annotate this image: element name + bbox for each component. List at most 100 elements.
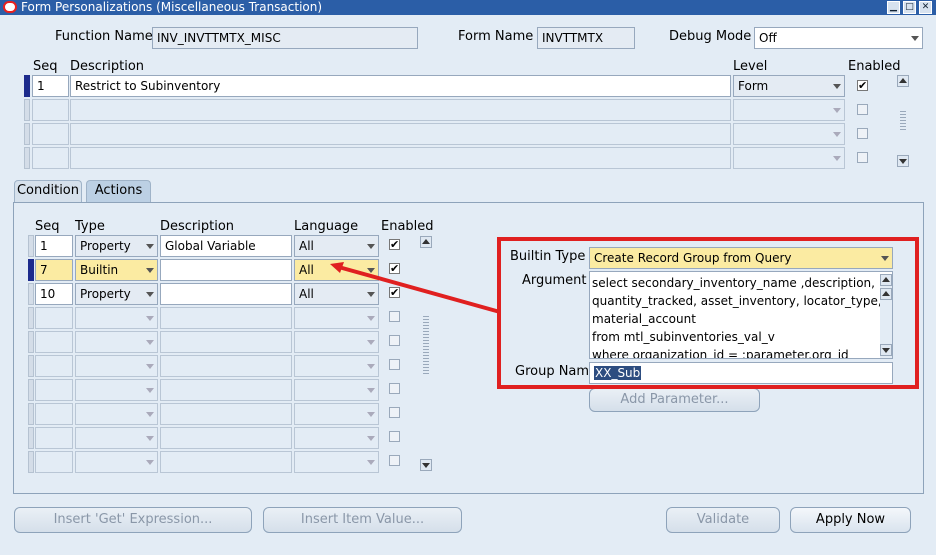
tab-condition[interactable]: Condition [14,180,82,202]
row-indicator[interactable] [24,99,30,121]
row-indicator[interactable] [28,403,34,425]
action-description-field[interactable] [160,355,292,377]
action-enabled-checkbox[interactable] [389,431,400,442]
action-type-select[interactable] [75,403,158,425]
rule-enabled-checkbox[interactable] [857,104,868,115]
action-description-field[interactable] [160,259,292,281]
function-name-field[interactable]: INV_INVTTMTX_MISC [152,27,418,49]
action-language-select[interactable] [294,331,379,353]
scroll-thumb[interactable] [423,316,429,376]
minimize-icon[interactable]: ▁ [887,1,900,14]
action-type-select[interactable] [75,355,158,377]
insert-item-value-button[interactable]: Insert Item Value... [263,507,462,533]
action-description-field[interactable] [160,427,292,449]
action-enabled-checkbox[interactable] [389,383,400,394]
action-type-select[interactable]: Property [75,283,158,305]
scroll-thumb[interactable] [900,111,906,131]
debug-mode-select[interactable]: Off [754,27,923,49]
action-language-select[interactable]: All [294,235,379,257]
rule-enabled-checkbox[interactable]: ✔ [857,80,868,91]
row-indicator[interactable] [24,123,30,145]
rule-level-select[interactable]: Form [733,75,845,97]
form-name-field[interactable]: INVTTMTX [537,27,635,49]
row-indicator[interactable] [28,235,34,257]
action-language-select[interactable] [294,379,379,401]
window-title-bar: Form Personalizations (Miscellaneous Tra… [0,0,936,15]
action-seq-field[interactable] [35,427,73,449]
close-icon[interactable]: ✕ [919,1,932,14]
chevron-down-icon [146,340,154,345]
action-seq-field[interactable] [35,403,73,425]
rules-scrollbar[interactable] [897,75,909,167]
row-indicator[interactable] [28,331,34,353]
action-enabled-checkbox[interactable] [389,407,400,418]
tab-actions[interactable]: Actions [86,180,151,202]
chevron-down-icon [833,108,841,113]
rule-seq-field[interactable] [32,147,69,169]
action-description-field[interactable] [160,403,292,425]
row-indicator[interactable] [28,355,34,377]
row-indicator[interactable] [24,75,30,97]
action-description-field[interactable] [160,307,292,329]
action-type-select[interactable] [75,307,158,329]
action-enabled-checkbox[interactable]: ✔ [389,239,400,250]
action-enabled-checkbox[interactable] [389,359,400,370]
apply-now-button[interactable]: Apply Now [790,507,911,533]
action-seq-field[interactable] [35,331,73,353]
add-parameter-button[interactable]: Add Parameter... [589,388,760,412]
rule-enabled-checkbox[interactable] [857,128,868,139]
action-seq-field[interactable]: 7 [35,259,73,281]
action-description-field[interactable] [160,451,292,473]
action-description-field[interactable] [160,283,292,305]
action-description-field[interactable] [160,379,292,401]
rule-description-field[interactable]: Restrict to Subinventory [70,75,731,97]
rule-level-select[interactable] [733,147,845,169]
scroll-down-icon[interactable] [897,155,909,167]
rule-seq-field[interactable] [32,99,69,121]
row-indicator[interactable] [28,307,34,329]
chevron-down-icon [367,460,375,465]
action-seq-field[interactable] [35,355,73,377]
action-language-select[interactable] [294,451,379,473]
rule-level-select[interactable] [733,123,845,145]
rule-level-select[interactable] [733,99,845,121]
action-type-select[interactable] [75,331,158,353]
action-seq-field[interactable]: 10 [35,283,73,305]
row-indicator[interactable] [24,147,30,169]
row-indicator[interactable] [28,283,34,305]
action-seq-field[interactable] [35,379,73,401]
action-language-select[interactable] [294,355,379,377]
action-seq-field[interactable]: 1 [35,235,73,257]
insert-get-expression-button[interactable]: Insert 'Get' Expression... [14,507,252,533]
row-indicator[interactable] [28,379,34,401]
action-description-field[interactable] [160,331,292,353]
action-seq-field[interactable] [35,307,73,329]
maximize-icon[interactable]: □ [903,1,916,14]
action-enabled-checkbox[interactable] [389,335,400,346]
action-language-select[interactable] [294,403,379,425]
rule-description-field[interactable] [70,99,731,121]
action-enabled-checkbox[interactable] [389,455,400,466]
rule-seq-field[interactable] [32,123,69,145]
action-description-field[interactable]: Global Variable [160,235,292,257]
validate-button[interactable]: Validate [666,507,780,533]
action-language-select[interactable] [294,427,379,449]
action-seq-field[interactable] [35,451,73,473]
action-type-select[interactable] [75,427,158,449]
rule-description-field[interactable] [70,123,731,145]
actions-enabled-header: Enabled [381,219,434,234]
rule-seq-field[interactable]: 1 [32,75,69,97]
scroll-up-icon[interactable] [420,236,432,248]
action-type-select[interactable]: Property [75,235,158,257]
scroll-up-icon[interactable] [897,75,909,87]
scroll-down-icon[interactable] [420,459,432,471]
action-type-select[interactable]: Builtin [75,259,158,281]
action-type-select[interactable] [75,379,158,401]
action-type-select[interactable] [75,451,158,473]
row-indicator[interactable] [28,427,34,449]
row-indicator[interactable] [28,451,34,473]
rule-description-field[interactable] [70,147,731,169]
rule-enabled-checkbox[interactable] [857,152,868,163]
window-title: Form Personalizations (Miscellaneous Tra… [21,0,323,14]
row-indicator[interactable] [28,259,34,281]
